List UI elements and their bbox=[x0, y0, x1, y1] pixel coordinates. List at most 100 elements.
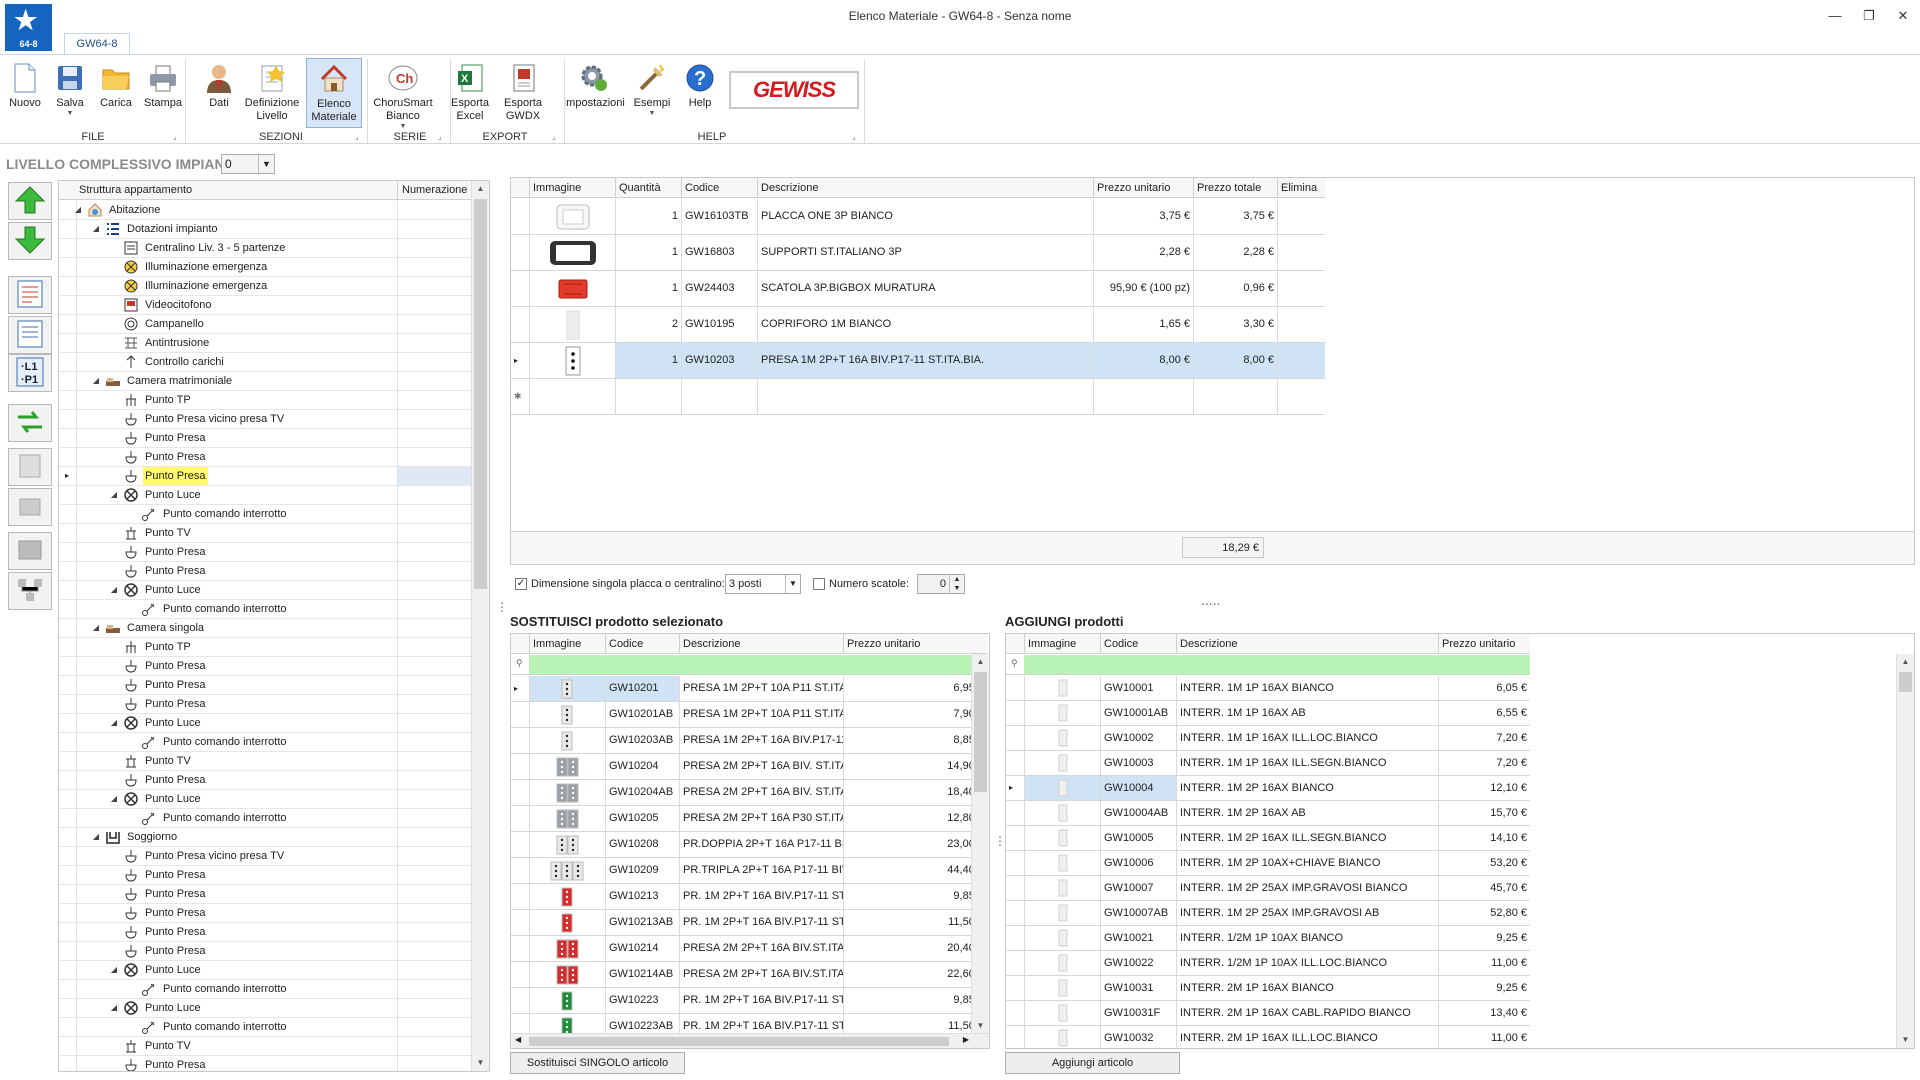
tree-row[interactable]: Punto Presa vicino presa TV bbox=[59, 847, 471, 866]
row-gutter[interactable] bbox=[59, 619, 77, 638]
row-gutter[interactable] bbox=[59, 315, 77, 334]
tree-row[interactable]: Punto Presa bbox=[59, 885, 471, 904]
group-launcher-icon[interactable]: ⌟ bbox=[552, 132, 556, 141]
row-gutter[interactable] bbox=[59, 790, 77, 809]
numbering-cell[interactable] bbox=[397, 372, 471, 391]
replace-row[interactable]: GW10223PR. 1M 2P+T 16A BIV.P17-11 ST.ITA… bbox=[511, 988, 987, 1014]
numbering-cell[interactable] bbox=[397, 828, 471, 847]
numbering-cell[interactable] bbox=[397, 220, 471, 239]
expand-toggle-icon[interactable]: ◢ bbox=[73, 201, 83, 219]
empty-cell[interactable] bbox=[757, 379, 1093, 414]
quantity-cell[interactable]: 1 bbox=[615, 199, 681, 234]
numbering-cell[interactable] bbox=[397, 980, 471, 999]
tree-row[interactable]: Punto TV bbox=[59, 752, 471, 771]
add-row[interactable]: GW10022 INTERR. 1/2M 1P 10AX ILL.LOC.BIAN… bbox=[1006, 951, 1530, 976]
tree-row[interactable]: Punto Presa vicino presa TV bbox=[59, 410, 471, 429]
quantity-cell[interactable]: 1 bbox=[615, 271, 681, 306]
row-gutter[interactable] bbox=[59, 904, 77, 923]
dropdown-arrow-icon[interactable]: ▼ bbox=[630, 110, 674, 117]
row-gutter[interactable] bbox=[59, 923, 77, 942]
row-gutter[interactable]: ▸ bbox=[511, 676, 529, 701]
material-row[interactable]: ▸ 1 GW10203 PRESA 1M 2P+T 16A BIV.P17-11 ST… bbox=[511, 343, 1325, 379]
chevron-down-icon[interactable]: ▼ bbox=[258, 155, 274, 173]
row-gutter[interactable] bbox=[59, 562, 77, 581]
replace-row[interactable]: GW10209PR.TRIPLA 2P+T 16A P17-11 BIV.ST.… bbox=[511, 858, 987, 884]
add-row[interactable]: GW10004AB INTERR. 1M 2P 16AX AB 15,70 € bbox=[1006, 801, 1530, 826]
empty-cell[interactable] bbox=[529, 379, 615, 414]
row-gutter[interactable]: ▸ bbox=[511, 343, 529, 378]
col-header[interactable]: Descrizione bbox=[757, 178, 1093, 198]
row-gutter[interactable] bbox=[1006, 1026, 1024, 1048]
box-count-stepper[interactable]: 0 ▲ ▼ bbox=[917, 574, 965, 594]
move-down-button[interactable] bbox=[8, 222, 52, 260]
empty-cell[interactable] bbox=[1277, 379, 1325, 414]
expand-toggle-icon[interactable]: ◢ bbox=[109, 486, 119, 504]
col-header[interactable]: Prezzo unitario bbox=[1093, 178, 1193, 198]
level-l1-p1-button[interactable]: ·L1 ·P1 bbox=[8, 354, 52, 392]
carica-button[interactable]: Carica bbox=[92, 58, 140, 128]
row-gutter[interactable]: ▸ bbox=[1006, 776, 1024, 800]
row-gutter[interactable] bbox=[1006, 976, 1024, 1000]
numbering-cell[interactable] bbox=[397, 752, 471, 771]
replace-row[interactable]: GW10214PRESA 2M 2P+T 16A BIV.ST.ITA./TED… bbox=[511, 936, 987, 962]
row-gutter[interactable] bbox=[511, 754, 529, 779]
add-row[interactable]: GW10031F INTERR. 2M 1P 16AX CABL.RAPIDO B… bbox=[1006, 1001, 1530, 1026]
replace-row[interactable]: ▸ GW10201PRESA 1M 2P+T 10A P11 ST.ITA.BIA… bbox=[511, 676, 987, 702]
replace-scrollbar[interactable]: ▲ ▼ bbox=[971, 654, 989, 1034]
empty-cell[interactable] bbox=[615, 379, 681, 414]
numbering-cell[interactable] bbox=[397, 600, 471, 619]
material-row[interactable]: 2 GW10195 COPRIFORO 1M BIANCO 1,65 €3,30 € bbox=[511, 307, 1325, 343]
row-gutter[interactable] bbox=[511, 780, 529, 805]
delete-cell[interactable] bbox=[1277, 271, 1325, 306]
row-gutter[interactable] bbox=[511, 702, 529, 727]
material-row[interactable]: 1 GW24403 SCATOLA 3P.BIGBOX MURATURA 95,90 … bbox=[511, 271, 1325, 307]
numbering-cell[interactable] bbox=[397, 676, 471, 695]
numbering-cell[interactable] bbox=[397, 581, 471, 600]
single-size-select[interactable]: 3 posti ▼ bbox=[725, 574, 801, 594]
list-detail-button[interactable] bbox=[8, 316, 52, 354]
row-gutter[interactable] bbox=[59, 771, 77, 790]
group-launcher-icon[interactable]: ⌟ bbox=[355, 132, 359, 141]
row-gutter[interactable] bbox=[1006, 926, 1024, 950]
replace-hscrollbar[interactable]: ◀ ▶ bbox=[511, 1033, 989, 1048]
tree-row[interactable]: ◢ Abitazione bbox=[59, 201, 471, 220]
expand-toggle-icon[interactable]: ◢ bbox=[91, 372, 101, 390]
salva-button[interactable]: Salva ▼ bbox=[48, 58, 92, 128]
tree-row[interactable]: Punto Presa bbox=[59, 657, 471, 676]
row-gutter[interactable] bbox=[511, 910, 529, 935]
col-header[interactable]: Immagine bbox=[529, 634, 605, 654]
row-gutter[interactable] bbox=[59, 543, 77, 562]
row-gutter[interactable] bbox=[59, 524, 77, 543]
row-gutter[interactable] bbox=[59, 809, 77, 828]
tree-row[interactable]: Punto comando interrotto bbox=[59, 733, 471, 752]
tree-row[interactable]: ◢ Punto Luce bbox=[59, 581, 471, 600]
tree-row[interactable]: ▸ Punto Presa bbox=[59, 467, 471, 486]
tree-row[interactable]: ◢ Punto Luce bbox=[59, 961, 471, 980]
numbering-cell[interactable] bbox=[397, 410, 471, 429]
row-gutter[interactable] bbox=[59, 410, 77, 429]
numbering-cell[interactable] bbox=[397, 638, 471, 657]
group-launcher-icon[interactable]: ⌟ bbox=[438, 132, 442, 141]
tree-row[interactable]: ◢ Camera singola bbox=[59, 619, 471, 638]
tree-row[interactable]: Punto Presa bbox=[59, 923, 471, 942]
tree-row[interactable]: Punto Presa bbox=[59, 676, 471, 695]
row-gutter[interactable] bbox=[59, 999, 77, 1018]
row-gutter[interactable] bbox=[59, 885, 77, 904]
quantity-cell[interactable]: 1 bbox=[615, 343, 681, 378]
col-header[interactable]: Prezzo unitario bbox=[1438, 634, 1530, 654]
tree-row[interactable]: Punto Presa bbox=[59, 942, 471, 961]
group-launcher-icon[interactable]: ⌟ bbox=[173, 132, 177, 141]
empty-cell[interactable] bbox=[1193, 379, 1277, 414]
box-count-checkbox[interactable] bbox=[813, 578, 825, 590]
row-gutter[interactable] bbox=[1006, 901, 1024, 925]
material-row[interactable]: 1 GW16803 SUPPORTI ST.ITALIANO 3P 2,28 €2,2… bbox=[511, 235, 1325, 271]
replace-row[interactable]: GW10204PRESA 2M 2P+T 16A BIV. ST.ITA./TE… bbox=[511, 754, 987, 780]
row-gutter[interactable] bbox=[59, 828, 77, 847]
add-row[interactable]: GW10021 INTERR. 1/2M 1P 10AX BIANCO 9,25 € bbox=[1006, 926, 1530, 951]
elenco-button[interactable]: Elenco Materiale bbox=[306, 58, 362, 128]
col-header[interactable]: Prezzo totale bbox=[1193, 178, 1277, 198]
filter-input[interactable] bbox=[529, 655, 987, 674]
row-gutter[interactable] bbox=[511, 199, 529, 234]
replace-single-button[interactable]: Sostituisci SINGOLO articolo bbox=[510, 1052, 685, 1074]
col-header[interactable]: Descrizione bbox=[1176, 634, 1438, 654]
